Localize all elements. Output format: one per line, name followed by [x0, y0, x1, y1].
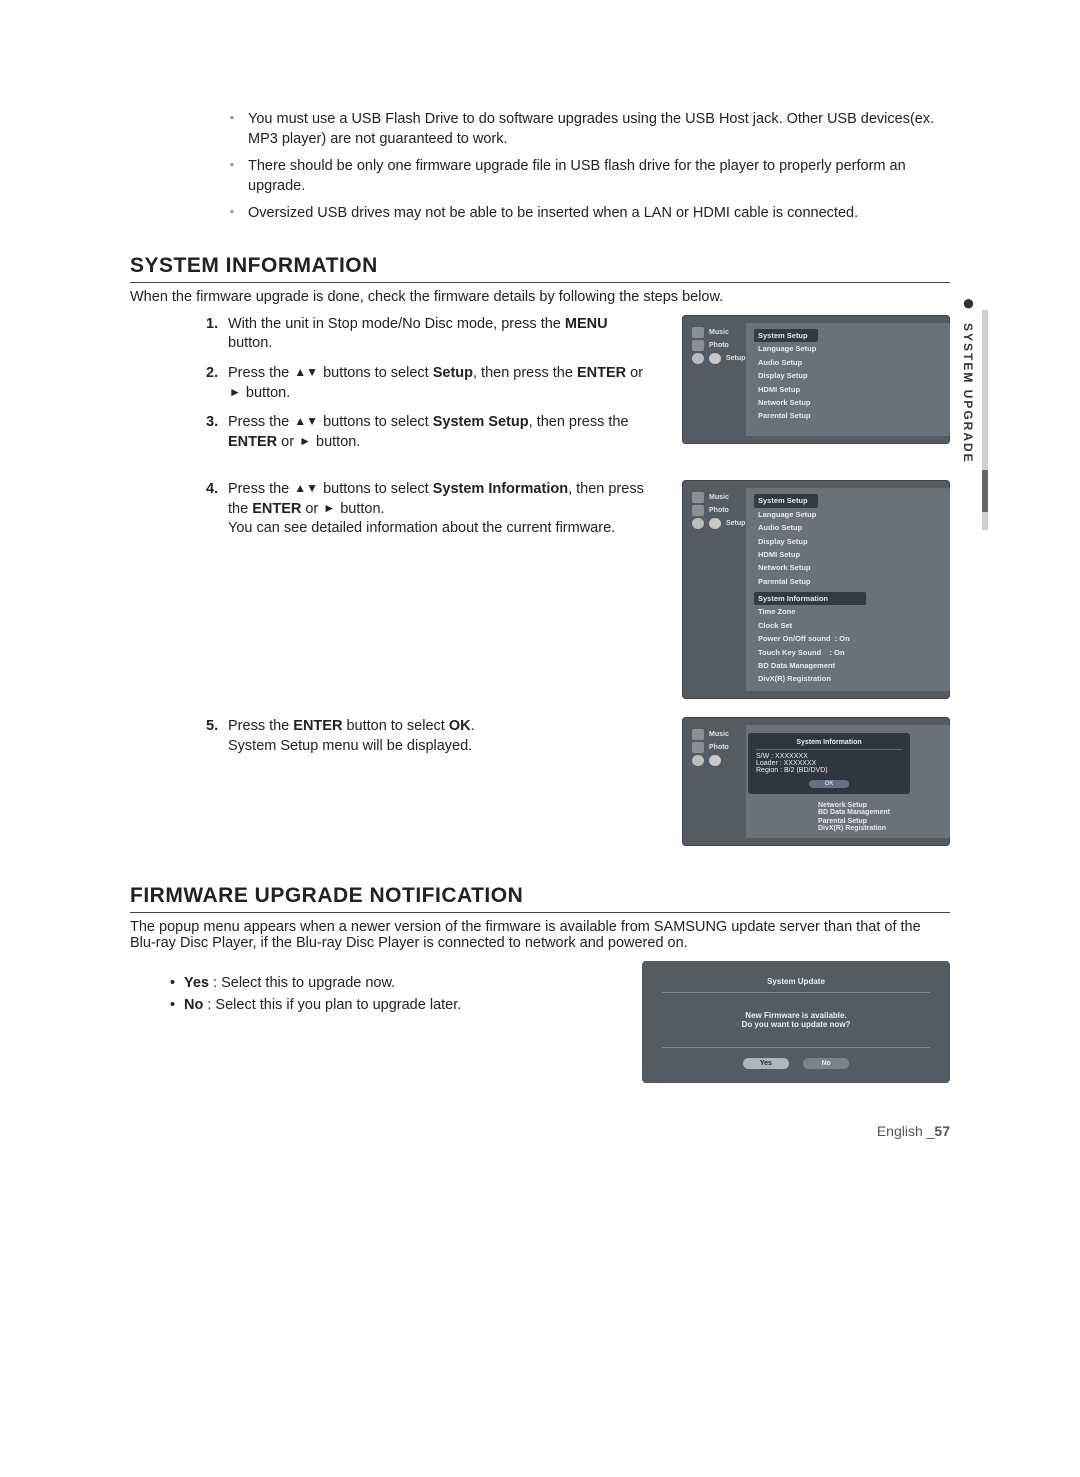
- footer-language: English _: [877, 1123, 935, 1139]
- photo-icon: [692, 505, 704, 516]
- menu-item: System Setup: [754, 329, 818, 342]
- photo-icon: [692, 340, 704, 351]
- step-1: With the unit in Stop mode/No Disc mode,…: [228, 315, 654, 354]
- up-down-arrow-icon: ▲▼: [293, 481, 319, 495]
- osd-system-setup-screenshot: Music Photo Setup System Setup Language …: [682, 480, 950, 699]
- modal-line: S/W : XXXXXXX: [756, 753, 902, 760]
- globe-icon: [692, 353, 704, 364]
- usb-notes-list: You must use a USB Flash Drive to do sof…: [230, 110, 950, 224]
- modal-line: Region : B/2 (BD/DVD): [756, 767, 902, 774]
- menu-item: System Information: [754, 592, 866, 605]
- firmware-upgrade-heading: FIRMWARE UPGRADE NOTIFICATION: [130, 884, 950, 913]
- osd-left-nav: Music Photo Setup: [682, 323, 746, 368]
- gear-icon: [709, 755, 721, 766]
- side-tab: ● SYSTEM UPGRADE: [961, 290, 975, 464]
- update-line: Do you want to update now?: [662, 1020, 930, 1029]
- osd-left-nav: Music Photo Setup: [682, 488, 746, 533]
- under-row: Network SetupBD Data Management: [746, 800, 950, 816]
- music-icon: [692, 492, 704, 503]
- menu-item: DivX(R) Registration: [754, 672, 866, 685]
- right-arrow-icon: ►: [228, 385, 242, 399]
- menu-item: Audio Setup: [754, 521, 818, 534]
- update-title: System Update: [662, 977, 930, 993]
- menu-item: HDMI Setup: [754, 548, 818, 561]
- step-2: Press the ▲▼ buttons to select Setup, th…: [228, 364, 654, 403]
- menu-item: Network Setup: [754, 396, 818, 409]
- steps-list-3: Press the ENTER button to select OK. Sys…: [130, 717, 654, 756]
- page-footer: English _57: [130, 1123, 950, 1139]
- menu-item: Language Setup: [754, 508, 818, 521]
- menu-item: System Setup: [754, 494, 818, 507]
- globe-icon: [692, 755, 704, 766]
- side-index-marker: [982, 470, 988, 512]
- up-down-arrow-icon: ▲▼: [293, 414, 319, 428]
- menu-item: Audio Setup: [754, 356, 818, 369]
- bullet-icon: ●: [962, 290, 974, 317]
- modal-title: System Information: [756, 739, 902, 750]
- step-3: Press the ▲▼ buttons to select System Se…: [228, 413, 654, 452]
- menu-item: Network Setup: [754, 561, 818, 574]
- menu-item: Parental Setup: [754, 409, 818, 422]
- menu-item: BD Data Management: [754, 659, 866, 672]
- menu-item: Parental Setup: [754, 574, 818, 587]
- side-tab-label: SYSTEM UPGRADE: [961, 323, 975, 464]
- gear-icon: [709, 353, 721, 364]
- update-line: New Firmware is available.: [662, 1011, 930, 1020]
- note-item: Oversized USB drives may not be able to …: [230, 204, 950, 224]
- yes-no-list: Yes : Select this to upgrade now. No : S…: [170, 973, 614, 1017]
- globe-icon: [692, 518, 704, 529]
- gear-icon: [709, 518, 721, 529]
- system-information-heading: SYSTEM INFORMATION: [130, 254, 950, 283]
- under-row: Parental SetupDivX(R) Registration: [746, 816, 950, 832]
- photo-icon: [692, 742, 704, 753]
- right-arrow-icon: ►: [322, 501, 336, 515]
- note-item: There should be only one firmware upgrad…: [230, 157, 950, 196]
- system-information-intro: When the firmware upgrade is done, check…: [130, 289, 950, 305]
- modal-line: Loader : XXXXXXX: [756, 760, 902, 767]
- menu-item: Touch Key Sound : On: [754, 645, 866, 658]
- menu-item: Clock Set: [754, 619, 866, 632]
- osd-left-nav: Music Photo: [682, 725, 746, 770]
- ok-button: OK: [809, 780, 849, 788]
- osd-system-information-dialog-screenshot: Music Photo System Information S/W : XXX…: [682, 717, 950, 846]
- menu-item: Display Setup: [754, 369, 818, 382]
- firmware-upgrade-intro: The popup menu appears when a newer vers…: [130, 919, 950, 951]
- system-info-modal: System Information S/W : XXXXXXX Loader …: [748, 733, 910, 794]
- step-5: Press the ENTER button to select OK. Sys…: [228, 717, 654, 756]
- menu-item: Display Setup: [754, 534, 818, 547]
- up-down-arrow-icon: ▲▼: [293, 365, 319, 379]
- no-option: No : Select this if you plan to upgrade …: [170, 995, 614, 1017]
- page-number: 57: [934, 1123, 950, 1139]
- menu-item: HDMI Setup: [754, 382, 818, 395]
- music-icon: [692, 327, 704, 338]
- yes-button: Yes: [743, 1058, 789, 1069]
- right-arrow-icon: ►: [298, 434, 312, 448]
- note-item: You must use a USB Flash Drive to do sof…: [230, 110, 950, 149]
- music-icon: [692, 729, 704, 740]
- step-4: Press the ▲▼ buttons to select System In…: [228, 480, 654, 539]
- osd-system-update-popup-screenshot: System Update New Firmware is available.…: [642, 961, 950, 1083]
- osd-setup-menu-screenshot: Music Photo Setup System Setup Language …: [682, 315, 950, 444]
- no-button: No: [803, 1058, 849, 1069]
- menu-item: Power On/Off sound : On: [754, 632, 866, 645]
- yes-option: Yes : Select this to upgrade now.: [170, 973, 614, 995]
- menu-item: Time Zone: [754, 605, 866, 618]
- menu-item: Language Setup: [754, 342, 818, 355]
- steps-list-1: With the unit in Stop mode/No Disc mode,…: [130, 315, 654, 452]
- steps-list-2: Press the ▲▼ buttons to select System In…: [130, 480, 654, 539]
